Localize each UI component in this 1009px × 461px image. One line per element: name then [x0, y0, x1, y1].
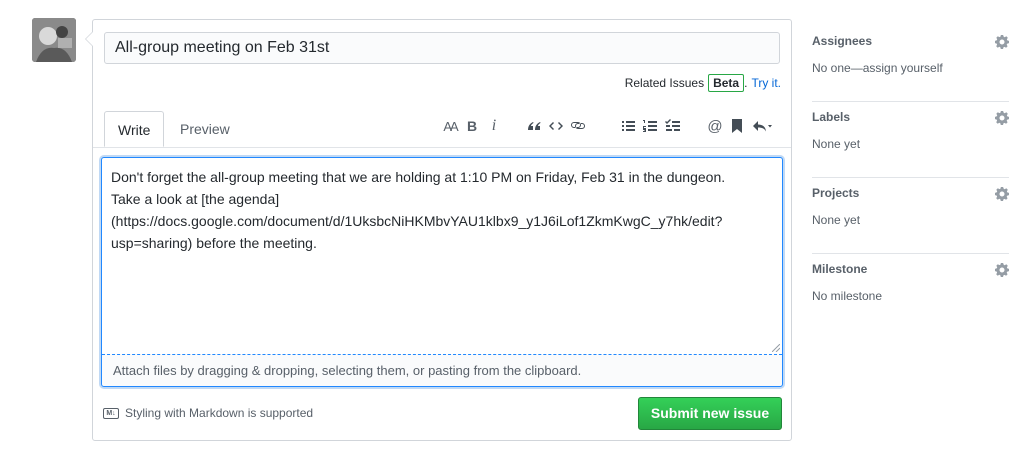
- markdown-note-label[interactable]: Styling with Markdown is supported: [125, 406, 313, 420]
- format-toolbar-lists: [617, 115, 683, 137]
- markdown-icon: M↓: [103, 407, 119, 419]
- issue-body-text[interactable]: Don't forget the all-group meeting that …: [111, 166, 771, 254]
- sidebar-projects: Projects None yet: [812, 178, 1009, 254]
- submit-new-issue-button[interactable]: Submit new issue: [638, 397, 782, 430]
- bullet-list-icon[interactable]: [617, 115, 639, 137]
- quote-icon[interactable]: [523, 115, 545, 137]
- link-icon[interactable]: [567, 115, 589, 137]
- format-toolbar-extra: @: [704, 115, 776, 137]
- gear-icon[interactable]: [995, 187, 1009, 201]
- sidebar-heading: Milestone: [812, 262, 868, 276]
- try-it-link[interactable]: Try it.: [751, 74, 781, 92]
- gear-icon[interactable]: [995, 111, 1009, 125]
- gear-icon[interactable]: [995, 35, 1009, 49]
- reply-icon[interactable]: [748, 115, 776, 137]
- attach-files-bar[interactable]: Attach files by dragging & dropping, sel…: [102, 354, 782, 386]
- format-toolbar-insert: [523, 115, 589, 137]
- related-issues-label: Related Issues: [624, 76, 705, 90]
- issue-body-editor[interactable]: Don't forget the all-group meeting that …: [101, 157, 783, 387]
- italic-icon[interactable]: i: [483, 115, 505, 137]
- tab-preview[interactable]: Preview: [167, 111, 243, 148]
- assignees-value[interactable]: No one—assign yourself: [812, 61, 943, 75]
- beta-badge: Beta: [708, 74, 745, 92]
- projects-value: None yet: [812, 213, 861, 227]
- bold-icon[interactable]: B: [461, 115, 483, 137]
- issue-sidebar: Assignees No one—assign yourself Labels …: [812, 26, 1009, 329]
- numbered-list-icon[interactable]: [639, 115, 661, 137]
- mention-icon[interactable]: @: [704, 115, 726, 137]
- resize-handle[interactable]: [772, 344, 780, 352]
- sidebar-milestone: Milestone No milestone: [812, 254, 1009, 329]
- avatar[interactable]: [32, 18, 76, 62]
- related-issues: Related Issues Beta. Try it.: [624, 74, 781, 92]
- code-icon[interactable]: [545, 115, 567, 137]
- heading-icon[interactable]: AA: [439, 115, 461, 137]
- issue-composer: All-group meeting on Feb 31st Related Is…: [85, 19, 792, 441]
- sidebar-assignees: Assignees No one—assign yourself: [812, 26, 1009, 102]
- markdown-note: M↓ Styling with Markdown is supported: [103, 406, 313, 420]
- issue-title-input[interactable]: All-group meeting on Feb 31st: [104, 32, 780, 64]
- sidebar-heading: Labels: [812, 110, 851, 124]
- bookmark-icon[interactable]: [726, 115, 748, 137]
- format-toolbar-text: AA B i: [439, 115, 505, 137]
- sidebar-heading: Projects: [812, 186, 860, 200]
- labels-value: None yet: [812, 137, 861, 151]
- gear-icon[interactable]: [995, 263, 1009, 277]
- sidebar-labels: Labels None yet: [812, 102, 1009, 178]
- milestone-value: No milestone: [812, 289, 883, 303]
- tab-write[interactable]: Write: [104, 111, 165, 147]
- task-list-icon[interactable]: [661, 115, 683, 137]
- sidebar-heading: Assignees: [812, 34, 873, 48]
